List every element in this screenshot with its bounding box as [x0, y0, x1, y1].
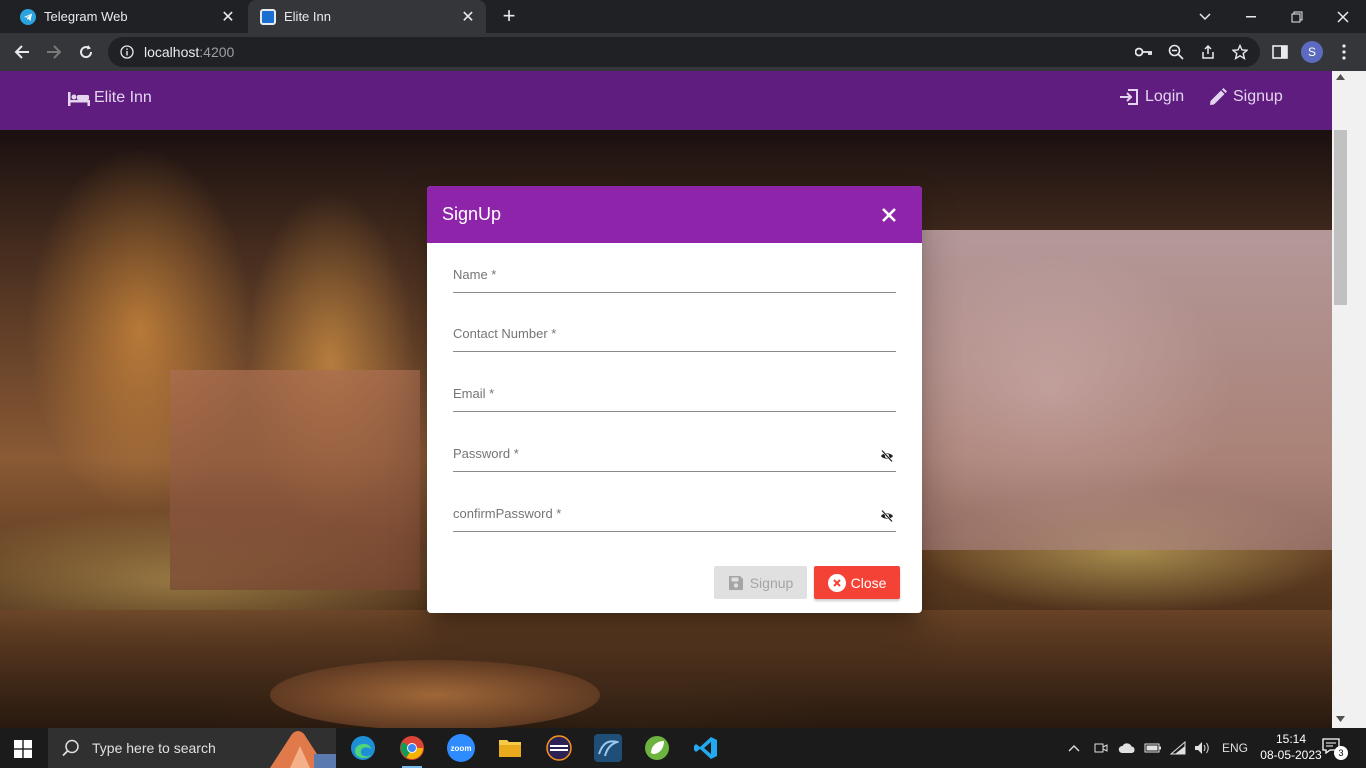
onedrive-cloud-icon[interactable]	[1118, 742, 1136, 754]
visibility-off-icon[interactable]	[880, 449, 894, 463]
minimize-button[interactable]	[1228, 0, 1274, 33]
notification-center-button[interactable]: 3	[1322, 738, 1348, 760]
page-scrollbar[interactable]	[1332, 71, 1366, 728]
chrome-app-icon[interactable]	[398, 734, 426, 768]
forward-button[interactable]	[40, 38, 68, 66]
language-indicator[interactable]: ENG	[1222, 741, 1248, 755]
contact-number-label: Contact Number *	[453, 326, 557, 341]
tab-search-icon[interactable]	[1182, 0, 1228, 33]
dialog-title: SignUp	[442, 204, 502, 224]
bookmark-star-icon[interactable]	[1230, 42, 1250, 62]
restore-button[interactable]	[1274, 0, 1320, 33]
dialog-header: SignUp	[427, 186, 922, 243]
browser-toolbar: localhost:4200 S	[0, 33, 1366, 71]
cancel-circle-icon	[827, 573, 846, 592]
tab-title: Telegram Web	[44, 9, 128, 24]
save-icon	[728, 575, 743, 590]
side-panel-icon[interactable]	[1266, 38, 1294, 66]
login-link[interactable]: Login	[1119, 88, 1184, 106]
eclipse-app-icon[interactable]	[545, 734, 573, 762]
top-navbar: Elite Inn Login Signup	[0, 71, 1332, 130]
email-field[interactable]: Email *	[453, 384, 896, 412]
zoom-icon[interactable]	[1166, 42, 1186, 62]
site-info-icon[interactable]	[120, 45, 134, 59]
windows-taskbar: Type here to search zoom ENG 15:14 08-05…	[0, 728, 1366, 768]
edge-app-icon[interactable]	[349, 734, 377, 762]
profile-initial: S	[1301, 41, 1323, 63]
scrollbar-thumb[interactable]	[1334, 130, 1347, 305]
windows-start-icon[interactable]	[14, 740, 32, 758]
pencil-icon	[1210, 88, 1227, 105]
clock-time: 15:14	[1275, 732, 1307, 746]
taskbar-clock[interactable]: 15:14 08-05-2023	[1260, 731, 1322, 763]
close-button-label: Close	[850, 574, 887, 591]
back-button[interactable]	[8, 38, 36, 66]
taskbar-search-box[interactable]: Type here to search	[48, 728, 336, 768]
brand-name: Elite Inn	[94, 89, 152, 106]
close-icon[interactable]	[879, 205, 899, 225]
login-icon	[1120, 89, 1138, 105]
vscode-app-icon[interactable]	[692, 734, 720, 762]
search-highlight-image	[270, 731, 336, 768]
profile-avatar[interactable]: S	[1298, 38, 1326, 66]
browser-tab-strip: Telegram Web ✕ Elite Inn ✕ +	[0, 0, 1366, 33]
signup-button-label: Signup	[749, 574, 794, 591]
share-icon[interactable]	[1198, 42, 1218, 62]
wifi-icon[interactable]	[1170, 741, 1186, 755]
signup-label: Signup	[1233, 88, 1283, 105]
hotel-bed-icon	[68, 92, 90, 106]
close-window-button[interactable]	[1320, 0, 1366, 33]
tab-title: Elite Inn	[284, 9, 331, 24]
file-explorer-icon[interactable]	[496, 734, 524, 762]
new-tab-button[interactable]: +	[498, 5, 520, 28]
address-bar[interactable]: localhost:4200	[108, 37, 1260, 67]
signup-dialog: SignUp Name * Contact Number * Email * P…	[427, 186, 922, 613]
name-field[interactable]: Name *	[453, 265, 896, 293]
contact-number-field[interactable]: Contact Number *	[453, 324, 896, 352]
scroll-down-arrow-icon[interactable]	[1336, 716, 1345, 722]
page-viewport: Elite Inn Login Signup SignUp Name * Con…	[0, 71, 1366, 728]
signup-submit-button[interactable]: Signup	[714, 566, 807, 599]
close-tab-icon[interactable]: ✕	[218, 7, 238, 27]
confirm-password-field[interactable]: confirmPassword *	[453, 504, 896, 532]
notification-count-badge: 3	[1334, 746, 1348, 760]
password-label: Password *	[453, 446, 519, 461]
password-field[interactable]: Password *	[453, 444, 896, 472]
elite-inn-favicon	[260, 8, 276, 25]
close-button[interactable]: Close	[814, 566, 900, 599]
confirm-password-label: confirmPassword *	[453, 506, 562, 521]
brand-link[interactable]: Elite Inn	[68, 89, 152, 107]
spring-tools-icon[interactable]	[643, 734, 671, 762]
search-icon	[62, 739, 79, 757]
tab-elite-inn[interactable]: Elite Inn ✕	[248, 0, 486, 33]
signup-link[interactable]: Signup	[1209, 88, 1283, 106]
meet-now-icon[interactable]	[1094, 741, 1108, 755]
chevron-up-icon[interactable]	[1068, 744, 1080, 752]
battery-icon[interactable]	[1144, 742, 1162, 754]
search-placeholder: Type here to search	[92, 740, 216, 756]
email-label: Email *	[453, 386, 495, 401]
clock-date: 08-05-2023	[1260, 748, 1322, 762]
reload-button[interactable]	[72, 38, 100, 66]
system-tray: ENG	[1068, 728, 1248, 768]
password-key-icon[interactable]	[1134, 42, 1154, 62]
mysql-workbench-icon[interactable]	[594, 734, 622, 762]
visibility-off-icon[interactable]	[880, 509, 894, 523]
telegram-icon	[20, 8, 36, 25]
login-label: Login	[1145, 88, 1185, 105]
scroll-up-arrow-icon[interactable]	[1336, 74, 1345, 80]
zoom-app-icon[interactable]: zoom	[447, 734, 475, 762]
close-tab-icon[interactable]: ✕	[458, 7, 478, 27]
url-host: localhost	[144, 44, 200, 60]
tab-telegram[interactable]: Telegram Web ✕	[8, 0, 246, 33]
url-port: :4200	[199, 44, 235, 60]
name-label: Name *	[453, 267, 497, 282]
menu-kebab-icon[interactable]	[1330, 38, 1358, 66]
volume-icon[interactable]	[1194, 741, 1212, 755]
